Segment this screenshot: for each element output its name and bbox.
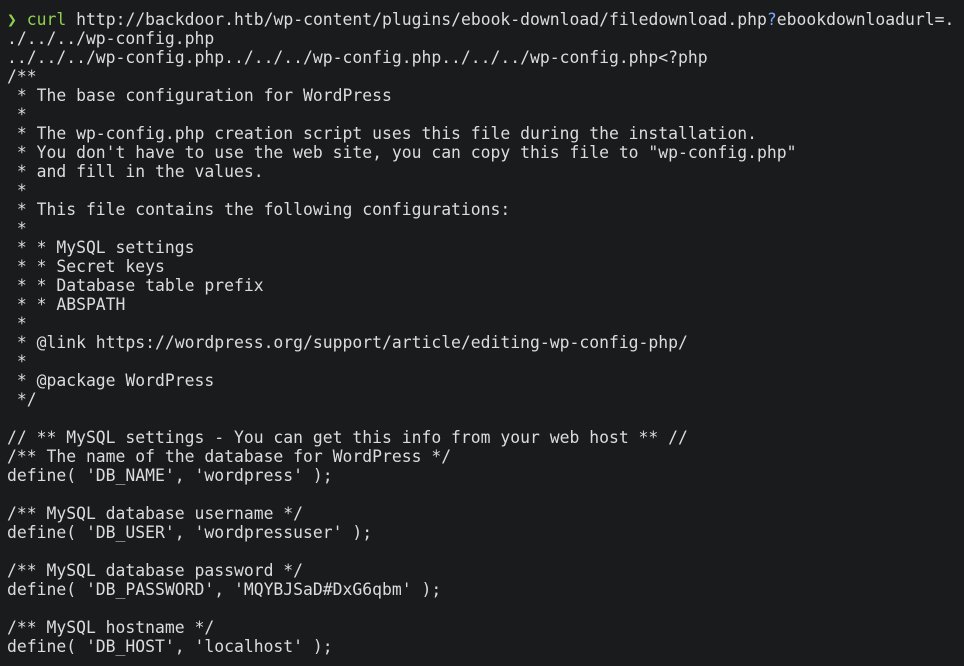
output-line: * bbox=[7, 219, 27, 238]
command-query-separator: ? bbox=[766, 10, 777, 29]
output-line: * * Secret keys bbox=[7, 257, 165, 276]
output-line: */ bbox=[7, 390, 37, 409]
command-query: ebookdownloadurl=. bbox=[776, 10, 955, 29]
output-line: * The wp-config.php creation script uses… bbox=[7, 124, 757, 143]
output-line: * and fill in the values. bbox=[7, 162, 264, 181]
output-line: * The base configuration for WordPress bbox=[7, 86, 392, 105]
output-line: * * Database table prefix bbox=[7, 276, 264, 295]
output-line: // ** MySQL settings - You can get this … bbox=[7, 428, 688, 447]
output-line: * @package WordPress bbox=[7, 371, 215, 390]
command-name: curl bbox=[26, 10, 67, 29]
output-line: /** The name of the database for WordPre… bbox=[7, 447, 452, 466]
output-line: * @link https://wordpress.org/support/ar… bbox=[7, 333, 688, 352]
prompt-chevron-icon: ❯ bbox=[7, 10, 17, 29]
command-url: http://backdoor.htb/wp-content/plugins/e… bbox=[76, 10, 767, 29]
output-line: ../../../wp-config.php../../../wp-config… bbox=[7, 48, 708, 67]
output-line: * This file contains the following confi… bbox=[7, 200, 511, 219]
output-line: define( 'DB_HOST', 'localhost' ); bbox=[7, 637, 333, 656]
output-line: * bbox=[7, 105, 27, 124]
output-line: * You don't have to use the web site, yo… bbox=[7, 143, 797, 162]
output-line: * bbox=[7, 314, 27, 333]
terminal-output: ❯ curl http://backdoor.htb/wp-content/pl… bbox=[7, 10, 964, 656]
output-line: define( 'DB_NAME', 'wordpress' ); bbox=[7, 466, 333, 485]
output-line: * bbox=[7, 181, 27, 200]
output-line: ./../../wp-config.php bbox=[7, 29, 215, 48]
output-line: define( 'DB_USER', 'wordpressuser' ); bbox=[7, 523, 373, 542]
output-line: define( 'DB_PASSWORD', 'MQYBJSaD#DxG6qbm… bbox=[7, 580, 442, 599]
terminal-window[interactable]: ❯ curl http://backdoor.htb/wp-content/pl… bbox=[0, 0, 964, 666]
output-lines: ./../../wp-config.php ../../../wp-config.… bbox=[7, 29, 964, 656]
output-line: /** MySQL hostname */ bbox=[7, 618, 215, 637]
command-line: ❯ curl http://backdoor.htb/wp-content/pl… bbox=[7, 10, 964, 29]
output-line: * * ABSPATH bbox=[7, 295, 126, 314]
output-line: * * MySQL settings bbox=[7, 238, 195, 257]
output-line: * bbox=[7, 352, 27, 371]
output-line: /** bbox=[7, 67, 37, 86]
output-line: /** MySQL database username */ bbox=[7, 504, 304, 523]
output-line: /** MySQL database password */ bbox=[7, 561, 304, 580]
